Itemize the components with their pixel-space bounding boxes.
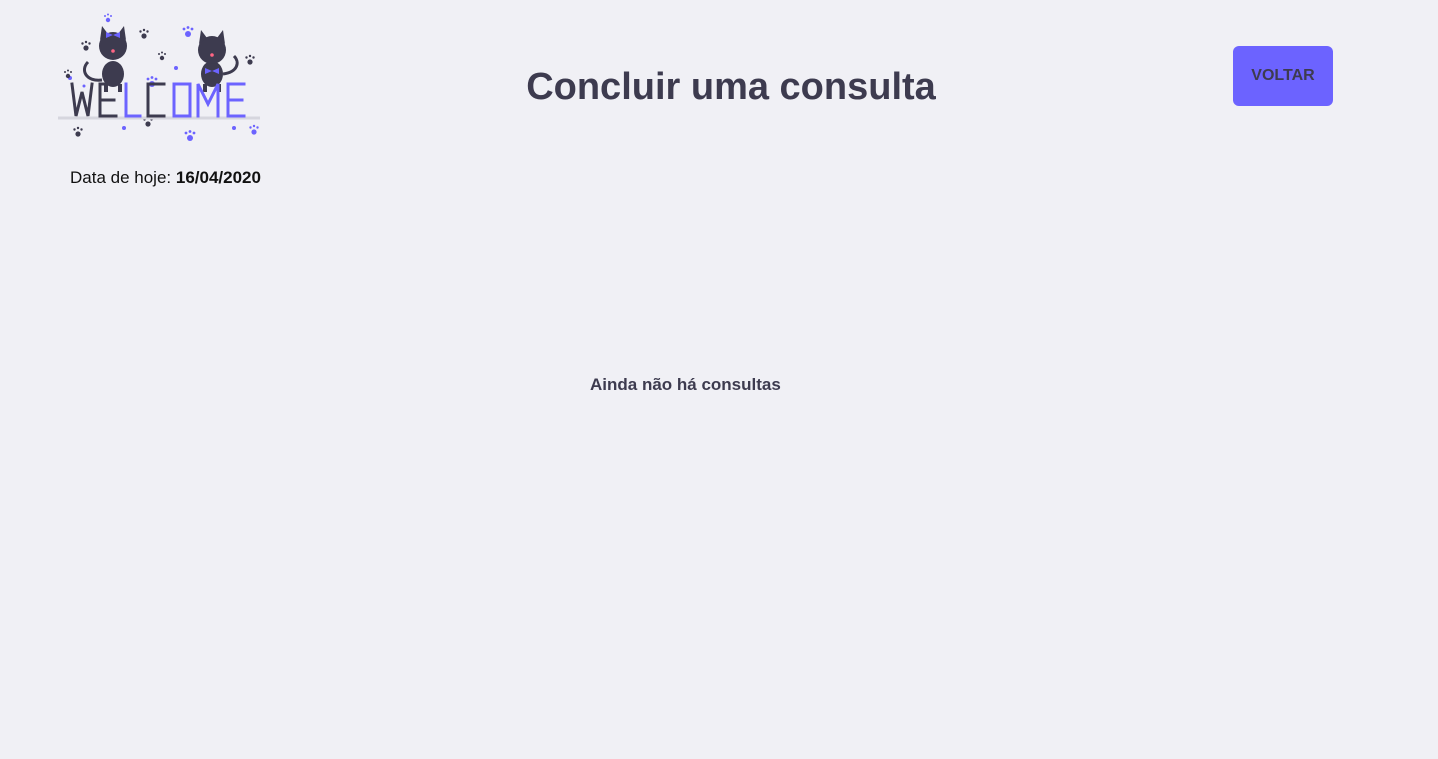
page-title: Concluir uma consulta [526,66,936,108]
empty-state-message: Ainda não há consultas [590,375,781,394]
date-value: 16/04/2020 [175,168,261,187]
date-label: Data de hoje: [70,168,172,187]
back-button[interactable]: VOLTAR [1233,46,1333,106]
today-date: Data de hoje: 16/04/2020 [70,168,261,188]
